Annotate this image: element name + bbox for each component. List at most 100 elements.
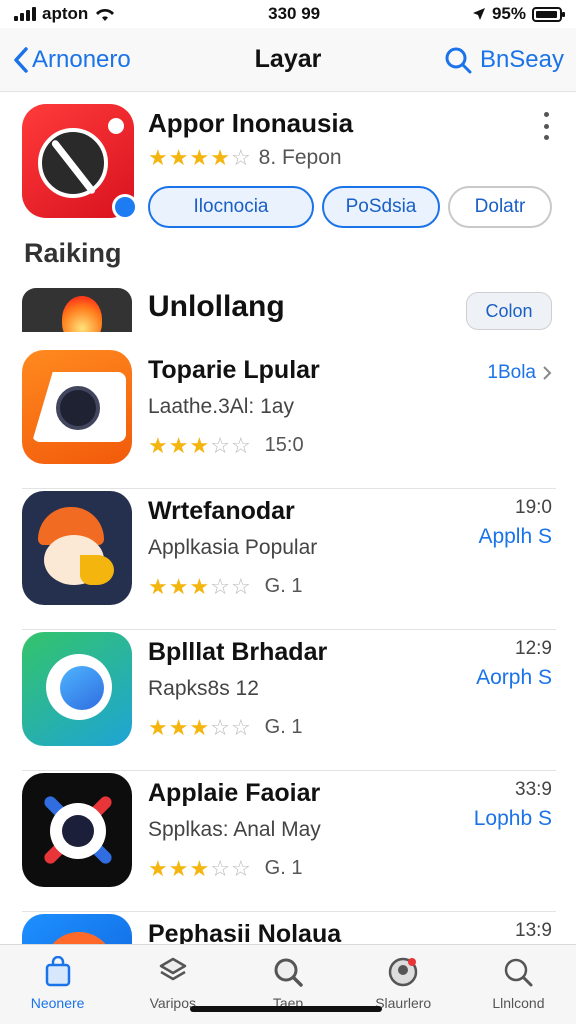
app-subtitle: Applkasia Popular: [148, 536, 318, 559]
back-button[interactable]: Arnonero: [12, 46, 131, 74]
status-right: 95%: [472, 4, 565, 24]
app-rating: ★ ★ ★ ☆ ☆ 15:0: [148, 434, 304, 457]
tab-search-2[interactable]: Llnlcond: [461, 945, 576, 1024]
star-filled-icon: ★: [189, 573, 210, 599]
ranking-title: Unlollang: [148, 290, 285, 323]
compass-app-icon: [22, 104, 138, 220]
star-filled-icon: ★: [189, 714, 210, 740]
ranking-button[interactable]: Colon: [466, 292, 552, 330]
app-list: Toparie Lpular Laathe.3Al: 1ay ★ ★ ★ ☆ ☆ 15:…: [0, 348, 576, 1024]
star-filled-icon: ★: [148, 145, 168, 170]
chat-icon: [22, 632, 132, 746]
app-rating: ★ ★ ★ ☆ ☆ G. 1: [148, 857, 302, 880]
app-right: 13:9: [515, 920, 552, 942]
star-empty-icon: ☆: [230, 714, 251, 740]
app-right: 19:0 Applh S: [478, 497, 552, 549]
tab-categories[interactable]: Varipos: [115, 945, 230, 1024]
rating-count: G. 1: [264, 716, 303, 738]
featured-pill-row: Ilocnocia PoSdsia Dolatr: [148, 186, 552, 228]
app-link[interactable]: 1Bola: [487, 362, 552, 384]
section-heading: Raiking: [24, 238, 122, 268]
star-rating: ★ ★ ★ ☆ ☆: [148, 714, 251, 740]
star-empty-icon: ☆: [210, 855, 230, 881]
star-filled-icon: ★: [168, 573, 189, 599]
bag-icon: [41, 955, 75, 989]
star-filled-icon: ★: [189, 145, 210, 170]
star-filled-icon: ★: [148, 573, 168, 599]
app-subtitle: Spplkas: Anal May: [148, 818, 321, 841]
status-left: apton: [14, 4, 116, 24]
list-item[interactable]: Bplllat Brhadar Rapks8s 12 ★ ★ ★ ☆ ☆ G. 1 12…: [22, 630, 556, 771]
star-filled-icon: ★: [148, 432, 168, 458]
status-time: 330 99: [268, 4, 321, 23]
star-rating: ★ ★ ★ ★ ☆: [148, 147, 251, 169]
home-indicator: [190, 1006, 382, 1012]
featured-meta: ★ ★ ★ ★ ☆ 8. Fepon: [148, 146, 342, 170]
rating-count: 15:0: [264, 434, 304, 456]
star-rating: ★ ★ ★ ☆ ☆: [148, 573, 251, 599]
wifi-icon: [96, 8, 115, 21]
star-filled-icon: ★: [168, 432, 189, 458]
nav-right-button[interactable]: BnSeay: [444, 46, 564, 74]
list-item[interactable]: Applaie Faoiar Spplkas: Anal May ★ ★ ★ ☆ ☆ G…: [22, 771, 556, 912]
star-empty-icon: ☆: [210, 714, 230, 740]
list-item[interactable]: Toparie Lpular Laathe.3Al: 1ay ★ ★ ★ ☆ ☆ 15:…: [22, 348, 556, 489]
star-empty-icon: ☆: [230, 573, 251, 599]
app-link[interactable]: Applh S: [478, 525, 552, 549]
back-label: Arnonero: [32, 45, 131, 73]
status-bar: apton 330 99 95%: [0, 0, 576, 28]
search-icon: [271, 955, 305, 989]
star-filled-icon: ★: [189, 855, 210, 881]
star-rating: ★ ★ ★ ☆ ☆: [148, 432, 251, 458]
profile-icon: [386, 955, 420, 989]
nav-bar: Arnonero Layar BnSeay: [0, 28, 576, 92]
app-right: 12:9 Aorph S: [476, 638, 552, 690]
app-time: 12:9: [515, 638, 552, 659]
app-link[interactable]: Lophb S: [474, 807, 552, 831]
star-empty-icon: ☆: [210, 432, 230, 458]
app-time: 33:9: [515, 779, 552, 800]
app-link[interactable]: Aorph S: [476, 666, 552, 690]
bird-icon: [22, 491, 132, 605]
pill-button-2[interactable]: PoSdsia: [322, 186, 440, 228]
app-right: 33:9 Lophb S: [474, 779, 552, 831]
list-item[interactable]: Wrtefanodar Applkasia Popular ★ ★ ★ ☆ ☆ G. 1…: [22, 489, 556, 630]
flame-icon: [22, 288, 132, 332]
star-empty-icon: ☆: [210, 573, 230, 599]
pill-button-3[interactable]: Dolatr: [448, 186, 552, 228]
app-subtitle: Laathe.3Al: 1ay: [148, 395, 294, 418]
carrier-label: apton: [42, 4, 89, 23]
more-options-icon[interactable]: [544, 112, 550, 140]
app-rating: ★ ★ ★ ☆ ☆ G. 1: [148, 575, 302, 598]
tab-label: Llnlcond: [492, 995, 545, 1011]
chevron-right-icon: [543, 366, 552, 380]
tab-label: Slaurlero: [375, 995, 432, 1011]
lens-icon: [22, 773, 132, 887]
refresh-search-icon: [445, 47, 472, 73]
star-rating: ★ ★ ★ ☆ ☆: [148, 855, 251, 881]
tab-search[interactable]: Taep: [230, 945, 345, 1024]
pill-button-1[interactable]: Ilocnocia: [148, 186, 314, 228]
app-subtitle: Rapks8s 12: [148, 677, 259, 700]
app-name: Toparie Lpular: [148, 356, 320, 384]
nav-right-label: BnSeay: [479, 45, 564, 73]
tab-profile[interactable]: Slaurlero: [346, 945, 461, 1024]
star-filled-icon: ★: [148, 714, 168, 740]
battery-icon: [532, 6, 565, 22]
app-name: Applaie Faoiar: [148, 779, 321, 807]
star-filled-icon: ★: [148, 855, 168, 881]
rating-count: G. 1: [264, 857, 303, 879]
app-name: Bplllat Brhadar: [148, 638, 328, 666]
featured-app[interactable]: Appor Inonausia ★ ★ ★ ★ ☆ 8. Fepon Ilocnocia…: [22, 104, 556, 228]
signal-icon: [14, 7, 36, 21]
chevron-left-icon: [14, 46, 28, 73]
battery-percent: 95%: [491, 4, 526, 23]
app-time: 19:0: [515, 497, 552, 518]
app-time: 13:9: [515, 920, 552, 941]
tab-home[interactable]: Neonere: [0, 945, 115, 1024]
camera-icon: [22, 350, 132, 464]
app-link-label: 1Bola: [487, 362, 536, 383]
star-filled-icon: ★: [168, 145, 189, 170]
layers-icon: [156, 955, 190, 989]
star-filled-icon: ★: [168, 714, 189, 740]
